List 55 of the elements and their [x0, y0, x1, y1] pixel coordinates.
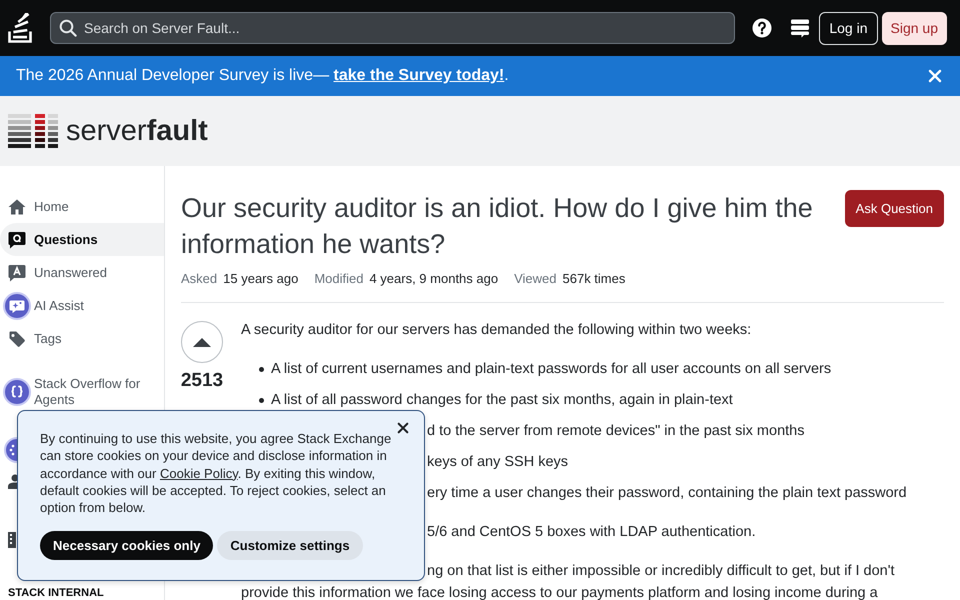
- logo-text[interactable]: serverfault: [66, 114, 208, 148]
- braces-icon: [3, 378, 31, 406]
- home-icon: [8, 198, 26, 216]
- close-icon: [397, 422, 409, 434]
- paragraph-text: ng on that list is either impossible or incredibly difficult to get, but if I don't: [427, 563, 895, 579]
- sidebar-item[interactable]: Unanswered: [0, 256, 164, 289]
- meta-value: 567k times: [562, 270, 626, 288]
- upvote-button[interactable]: [181, 321, 223, 363]
- bullet-icon: [259, 366, 264, 372]
- log-in-button[interactable]: Log in: [819, 12, 878, 44]
- paragraph-text: provide this information we face losing access to our payments platform and losing income during a: [241, 584, 879, 600]
- close-button[interactable]: [397, 422, 409, 434]
- sidebar-item[interactable]: Tags: [0, 322, 164, 355]
- cookie-policy-link[interactable]: Cookie Policy: [160, 466, 238, 480]
- cookie-button[interactable]: Customize settings: [217, 531, 363, 560]
- meta-label: Modified: [314, 270, 364, 288]
- search-field[interactable]: Search on Server Fault...: [50, 12, 736, 44]
- cookie-notice-text: By continuing to use this website, you agree Stack Exchange can store cookies on your device and disclose information in accordance with our Cookie Policy. By exiting this window, default cookies will be accepted. To reject cookies, select an option from below.: [40, 430, 392, 516]
- close-icon: [928, 69, 942, 83]
- survey-link[interactable]: take the Survey today!: [334, 67, 504, 84]
- meta-value: 4 years, 9 months ago: [369, 270, 498, 288]
- list-item-text: A list of all password changes for the past six months, again in plain-text: [271, 391, 733, 410]
- vote-count: 2513: [180, 369, 224, 393]
- bullet-icon: [259, 398, 264, 402]
- meta-label: Asked: [181, 270, 218, 288]
- sidebar-item[interactable]: Questions: [0, 223, 164, 256]
- tag-icon: [8, 330, 26, 348]
- ask-question-button[interactable]: Ask Question: [844, 190, 944, 227]
- logo-icon[interactable]: [8, 13, 34, 43]
- meta-label: Viewed: [514, 270, 556, 288]
- banner-text: The 2026 Annual Developer Survey is live— take the Survey today!.: [16, 67, 509, 85]
- list-item-text: ery time a user changes their password, containing the plain text password: [427, 485, 907, 501]
- paragraph-text: 5/6 and CentOS 5 boxes with LDAP authentication.: [427, 524, 756, 540]
- caret-up-icon: [193, 338, 211, 346]
- question-title[interactable]: Our security auditor is an idiot. How do I give him the information he wants?: [181, 190, 833, 262]
- sidebar-item[interactable]: Home: [0, 190, 164, 223]
- section-heading: STACK INTERNAL: [8, 587, 104, 600]
- question-bubble-icon: [8, 230, 26, 248]
- list-item-text: A list of current usernames and plain-text passwords for all user accounts on all servers: [271, 360, 832, 379]
- help-icon[interactable]: [752, 18, 772, 38]
- list-item-text: d to the server from remote devices" in the past six months: [427, 423, 804, 439]
- stacked-bubbles-icon[interactable]: [790, 18, 810, 38]
- meta-value: 15 years ago: [223, 270, 298, 288]
- sign-up-button[interactable]: Sign up: [882, 12, 947, 44]
- sidebar-item[interactable]: AI Assist: [0, 289, 164, 322]
- building-icon[interactable]: [8, 532, 16, 548]
- logo-icon[interactable]: [8, 114, 58, 148]
- answer-bubble-icon: [8, 264, 26, 282]
- person-icon[interactable]: [8, 474, 17, 489]
- cookie-button[interactable]: Necessary cookies only: [40, 531, 214, 560]
- list-item-text: keys of any SSH keys: [427, 454, 568, 470]
- search-icon: [59, 19, 77, 37]
- sparkle-bubble-icon: [3, 292, 31, 320]
- paragraph-text: A security auditor for our servers has demanded the following within two weeks:: [241, 321, 752, 340]
- agents-link[interactable]: Stack Overflow for Agents: [0, 376, 164, 408]
